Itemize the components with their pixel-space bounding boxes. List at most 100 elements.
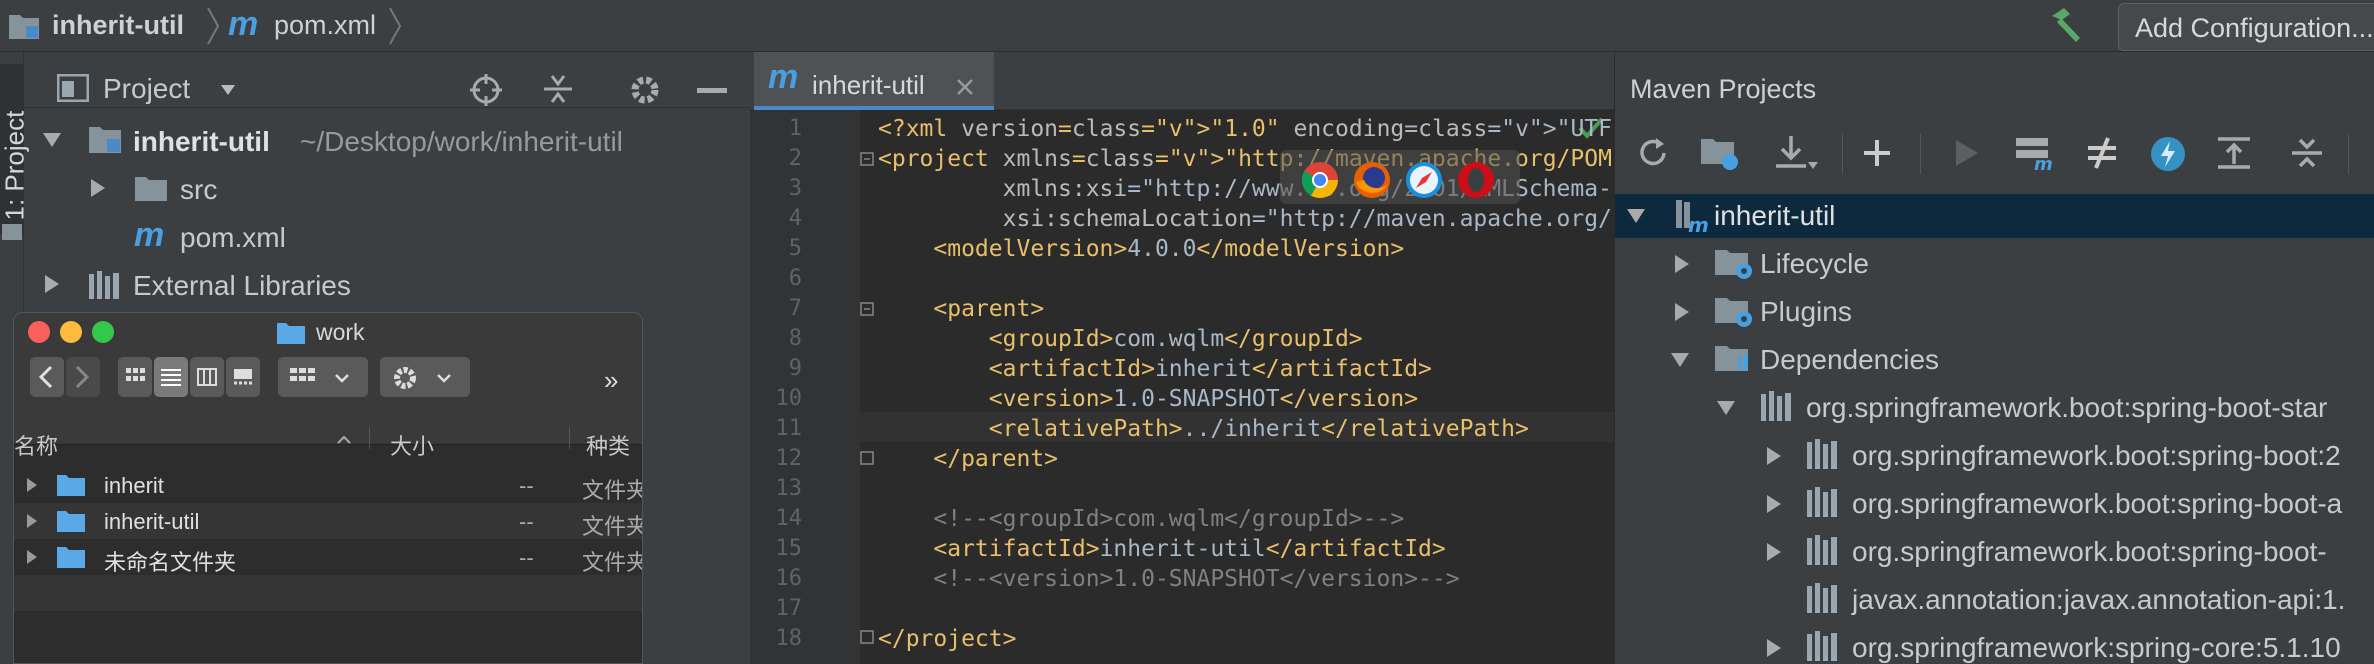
maven-dependencies[interactable]: Dependencies (1760, 344, 1939, 376)
code-line[interactable]: <!--<groupId>com.wqlm</groupId>--> (878, 506, 1404, 532)
collapsed-arrow-icon[interactable] (90, 178, 106, 198)
maven-file-icon: m (134, 216, 165, 254)
line-number: 5 (788, 236, 802, 261)
more-icon[interactable]: » (604, 365, 618, 396)
column-header-name[interactable]: 名称 (14, 429, 58, 461)
chevron-right-icon (74, 365, 90, 389)
refresh-icon[interactable] (1636, 136, 1670, 170)
disclosure-arrow-icon[interactable] (26, 549, 38, 565)
maven-plugins[interactable]: Plugins (1760, 296, 1852, 328)
build-hammer-icon[interactable] (2046, 6, 2086, 44)
fold-icon[interactable] (860, 451, 874, 465)
expanded-arrow-icon[interactable] (1626, 208, 1646, 224)
minimize-window-icon[interactable] (60, 321, 82, 343)
tree-root-name[interactable]: inherit-util (133, 126, 270, 158)
column-header-size[interactable]: 大小 (390, 429, 434, 461)
list-item[interactable]: 未命名文件夹 -- 文件夹 (14, 539, 642, 575)
code-line[interactable]: </project> (878, 626, 1016, 652)
collapsed-arrow-icon[interactable] (1674, 302, 1690, 322)
chevron-left-icon (38, 365, 54, 389)
dependency-item[interactable]: org.springframework.boot:spring-boot-sta… (1806, 392, 2327, 424)
row-size: -- (519, 473, 534, 498)
folder-icon (56, 509, 86, 533)
tree-src[interactable]: src (180, 174, 217, 206)
collapsed-arrow-icon[interactable] (1766, 542, 1782, 562)
dependencies-folder-icon (1714, 342, 1754, 376)
code-line[interactable]: <relativePath>../inherit</relativePath> (878, 416, 1529, 442)
breadcrumb-file[interactable]: pom.xml (274, 10, 376, 41)
code-line[interactable]: <artifactId>inherit-util</artifactId> (878, 536, 1445, 562)
line-number: 10 (775, 386, 803, 411)
dependency-item[interactable]: org.springframework.boot:spring-boot-a (1852, 488, 2342, 520)
editor-tab-label[interactable]: inherit-util (812, 70, 925, 101)
run-icon[interactable] (1954, 138, 1980, 168)
zoom-window-icon[interactable] (92, 321, 114, 343)
safari-icon[interactable] (1404, 160, 1444, 200)
dependency-item[interactable]: org.springframework:spring-core:5.1.10 (1852, 632, 2341, 664)
project-panel-title[interactable]: Project (103, 73, 190, 105)
opera-icon[interactable] (1456, 160, 1496, 200)
chevron-down-icon (334, 373, 350, 383)
skip-tests-icon[interactable] (2150, 136, 2186, 172)
add-icon[interactable] (1862, 138, 1892, 168)
close-window-icon[interactable] (28, 321, 50, 343)
line-number: 1 (788, 116, 802, 141)
collapsed-arrow-icon[interactable] (1766, 494, 1782, 514)
code-line[interactable]: </parent> (878, 446, 1058, 472)
download-icon[interactable] (1774, 134, 1808, 170)
gear-icon[interactable] (628, 73, 662, 107)
column-header-kind[interactable]: 种类 (586, 429, 630, 461)
expanded-arrow-icon[interactable] (42, 132, 62, 148)
disclosure-arrow-icon[interactable] (26, 513, 38, 529)
module-folder-icon (88, 124, 122, 154)
collapse-all-icon[interactable] (542, 72, 574, 106)
code-line[interactable]: <modelVersion>4.0.0</modelVersion> (878, 236, 1404, 262)
library-icon (1760, 390, 1794, 422)
hide-panel-icon[interactable] (697, 88, 727, 94)
firefox-icon[interactable] (1352, 160, 1392, 200)
dependency-item[interactable]: org.springframework.boot:spring-boot- (1852, 536, 2327, 568)
collapsed-arrow-icon[interactable] (1766, 446, 1782, 466)
fold-icon[interactable] (860, 152, 874, 166)
list-item[interactable]: inherit-util -- 文件夹 (14, 503, 642, 539)
breadcrumb-project[interactable]: inherit-util (52, 10, 184, 41)
run-maven-goal-icon[interactable]: m (2014, 134, 2054, 172)
tree-external-libraries[interactable]: External Libraries (133, 270, 351, 302)
code-line[interactable]: xsi:schemaLocation="http://maven.apache.… (878, 206, 1612, 232)
collapsed-arrow-icon[interactable] (44, 274, 60, 294)
code-line[interactable]: <?xml version=class="v">"1.0" encoding=c… (878, 116, 1612, 142)
chevron-down-icon[interactable] (220, 84, 236, 96)
fold-icon[interactable] (860, 630, 874, 644)
code-line[interactable]: <parent> (878, 296, 1044, 322)
code-line[interactable]: <!--<version>1.0-SNAPSHOT</version>--> (878, 566, 1459, 592)
code-line[interactable]: <groupId>com.wqlm</groupId> (878, 326, 1363, 352)
dependency-item[interactable]: javax.annotation:javax.annotation-api:1. (1852, 584, 2345, 616)
chrome-icon[interactable] (1300, 160, 1340, 200)
collapse-all-icon[interactable] (2290, 136, 2324, 170)
dependency-item[interactable]: org.springframework.boot:spring-boot:2 (1852, 440, 2341, 472)
add-configuration-button[interactable]: Add Configuration... (2118, 3, 2374, 51)
fold-icon[interactable] (860, 302, 874, 316)
chevron-down-icon[interactable] (1808, 162, 1818, 170)
close-icon[interactable] (956, 78, 974, 96)
code-line[interactable]: <version>1.0-SNAPSHOT</version> (878, 386, 1418, 412)
toggle-offline-icon[interactable] (2084, 136, 2120, 170)
sort-chevron-icon (336, 435, 352, 445)
maven-panel-title: Maven Projects (1630, 74, 1817, 104)
line-number: 7 (788, 296, 802, 321)
expanded-arrow-icon[interactable] (1670, 352, 1690, 368)
collapsed-arrow-icon[interactable] (1766, 638, 1782, 658)
disclosure-arrow-icon[interactable] (26, 477, 38, 493)
generate-sources-icon[interactable] (1700, 134, 1740, 172)
locate-icon[interactable] (470, 74, 502, 106)
maven-lifecycle[interactable]: Lifecycle (1760, 248, 1869, 280)
code-line[interactable]: <artifactId>inherit</artifactId> (878, 356, 1432, 382)
tree-pom[interactable]: pom.xml (180, 222, 286, 254)
collapsed-arrow-icon[interactable] (1674, 254, 1690, 274)
show-dependencies-icon[interactable] (2216, 136, 2252, 170)
list-icon (161, 368, 181, 386)
list-item[interactable]: inherit -- 文件夹 (14, 467, 642, 503)
expanded-arrow-icon[interactable] (1716, 400, 1736, 416)
maven-root[interactable]: inherit-util (1714, 200, 1835, 232)
library-icon (1806, 630, 1840, 662)
